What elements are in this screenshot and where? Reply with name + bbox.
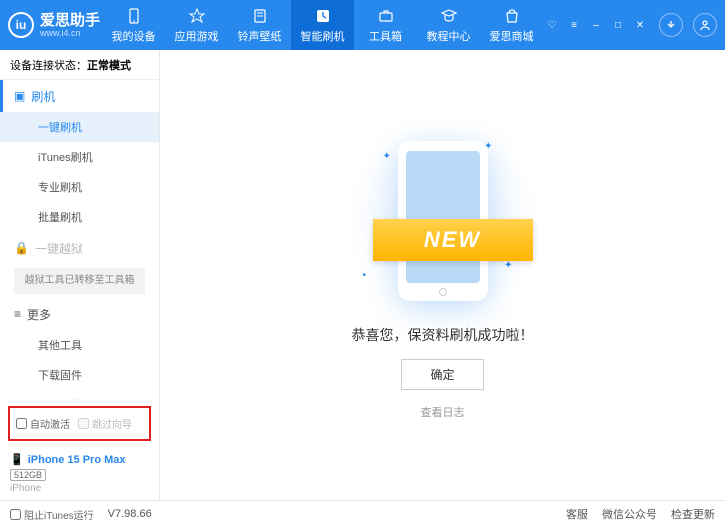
statusbar: 阻止iTunes运行 V7.98.66 客服 微信公众号 检查更新: [0, 500, 725, 527]
nav-mydevice[interactable]: 我的设备: [102, 0, 165, 50]
checkbox-block-itunes[interactable]: 阻止iTunes运行: [10, 507, 94, 522]
device-os: iPhone: [10, 483, 149, 494]
toolbox-icon: [377, 7, 395, 25]
options-row: 自动激活 跳过向导: [8, 406, 151, 441]
sidebar-head-more[interactable]: ≡ 更多: [0, 298, 159, 330]
view-log-link[interactable]: 查看日志: [421, 404, 465, 420]
gift-icon[interactable]: ♡: [543, 16, 561, 34]
user-button[interactable]: [693, 13, 717, 37]
app-url: www.i4.cn: [40, 28, 100, 38]
app-name: 爱思助手: [40, 13, 100, 28]
jailbreak-note: 越狱工具已转移至工具箱: [14, 268, 145, 294]
sidebar-item-oneclick[interactable]: 一键刷机: [0, 112, 159, 142]
success-illustration: ✦ ✦ • ✦ NEW: [343, 131, 543, 311]
top-nav: 我的设备 应用游戏 铃声壁纸 智能刷机 工具箱 教程中心 爱思商城: [102, 0, 543, 50]
close-button[interactable]: ✕: [631, 16, 649, 34]
flash-small-icon: ▣: [14, 89, 25, 103]
sidebar-item-othertools[interactable]: 其他工具: [0, 330, 159, 360]
flash-icon: [314, 7, 332, 25]
menu-icon[interactable]: ≡: [565, 16, 583, 34]
ringtone-icon: [251, 7, 269, 25]
sidebar-item-advanced[interactable]: 高级功能: [0, 390, 159, 400]
sidebar-head-flash[interactable]: ▣ 刷机: [0, 80, 159, 112]
maximize-button[interactable]: □: [609, 16, 627, 34]
sidebar-item-download[interactable]: 下载固件: [0, 360, 159, 390]
nav-flash[interactable]: 智能刷机: [291, 0, 354, 50]
footer-wechat[interactable]: 微信公众号: [602, 506, 657, 522]
version-label: V7.98.66: [108, 508, 152, 520]
device-status: 设备连接状态： 正常模式: [0, 50, 159, 80]
logo: iu 爱思助手 www.i4.cn: [8, 12, 102, 38]
download-button[interactable]: [659, 13, 683, 37]
mall-icon: [503, 7, 521, 25]
tutorial-icon: [440, 7, 458, 25]
lock-icon: 🔒: [14, 241, 29, 255]
apps-icon: [188, 7, 206, 25]
ok-button[interactable]: 确定: [401, 359, 483, 390]
footer-service[interactable]: 客服: [566, 506, 588, 522]
sidebar-head-jailbreak: 🔒 一键越狱: [0, 232, 159, 264]
device-icon: [125, 7, 143, 25]
new-ribbon: NEW: [373, 219, 533, 261]
sidebar-item-batch[interactable]: 批量刷机: [0, 202, 159, 232]
sidebar-item-pro[interactable]: 专业刷机: [0, 172, 159, 202]
logo-icon: iu: [8, 12, 34, 38]
footer-update[interactable]: 检查更新: [671, 506, 715, 522]
sidebar: 设备连接状态： 正常模式 ▣ 刷机 一键刷机 iTunes刷机 专业刷机 批量刷…: [0, 50, 160, 500]
nav-tools[interactable]: 工具箱: [354, 0, 417, 50]
more-icon: ≡: [14, 307, 21, 321]
checkbox-skip-wizard[interactable]: 跳过向导: [78, 416, 132, 431]
sidebar-item-itunes[interactable]: iTunes刷机: [0, 142, 159, 172]
nav-ring[interactable]: 铃声壁纸: [228, 0, 291, 50]
minimize-button[interactable]: –: [587, 16, 605, 34]
device-storage: 512GB: [10, 469, 46, 481]
nav-apps[interactable]: 应用游戏: [165, 0, 228, 50]
titlebar: iu 爱思助手 www.i4.cn 我的设备 应用游戏 铃声壁纸 智能刷机 工具…: [0, 0, 725, 50]
window-buttons: ♡ ≡ – □ ✕: [543, 0, 717, 50]
success-message: 恭喜您，保资料刷机成功啦！: [352, 325, 534, 345]
device-info: 📱 iPhone 15 Pro Max 512GB iPhone: [0, 447, 159, 500]
phone-icon: 📱: [10, 453, 24, 466]
main-content: ✦ ✦ • ✦ NEW 恭喜您，保资料刷机成功啦！ 确定 查看日志: [160, 50, 725, 500]
device-name[interactable]: 📱 iPhone 15 Pro Max: [10, 453, 149, 466]
nav-tutorial[interactable]: 教程中心: [417, 0, 480, 50]
checkbox-auto-activate[interactable]: 自动激活: [16, 416, 70, 431]
nav-mall[interactable]: 爱思商城: [480, 0, 543, 50]
